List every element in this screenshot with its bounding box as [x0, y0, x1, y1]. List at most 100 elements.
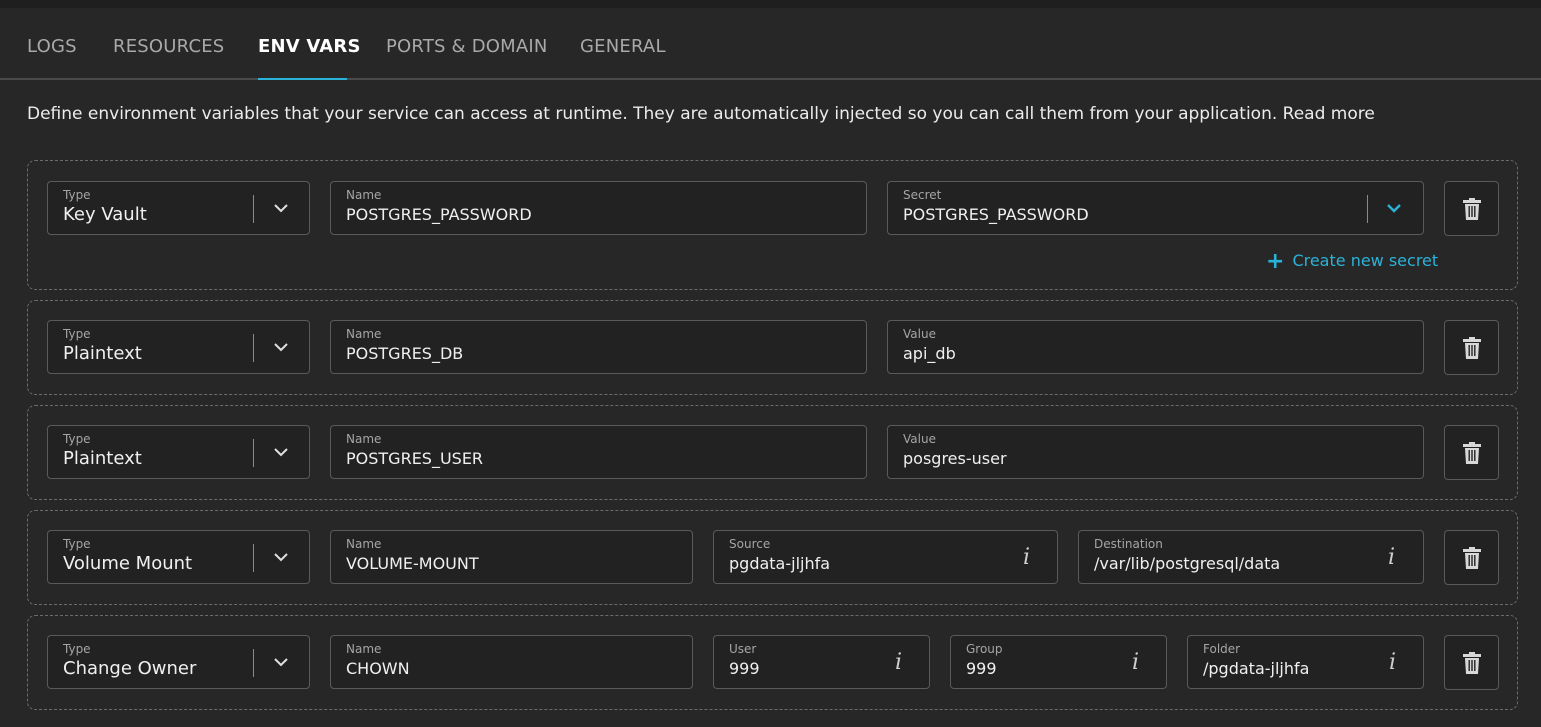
name-value: POSTGRES_USER: [346, 449, 484, 468]
trash-icon: [1463, 652, 1481, 674]
chevron-down-icon[interactable]: [272, 338, 290, 356]
secret-select[interactable]: Secret POSTGRES_PASSWORD: [887, 181, 1424, 235]
folder-label: Folder: [1203, 642, 1241, 656]
type-value: Change Owner: [63, 658, 197, 679]
secret-label: Secret: [903, 188, 942, 202]
divider: [1367, 195, 1368, 223]
type-select[interactable]: Type Plaintext: [47, 320, 310, 374]
tab-bar: LOGS RESOURCES ENV VARS PORTS & DOMAIN G…: [0, 8, 1541, 80]
type-value: Key Vault: [63, 204, 147, 225]
top-strip: [0, 0, 1541, 8]
type-select[interactable]: Type Plaintext: [47, 425, 310, 479]
group-label: Group: [966, 642, 1003, 656]
destination-label: Destination: [1094, 537, 1163, 551]
type-value: Plaintext: [63, 343, 142, 364]
value-label: Value: [903, 432, 936, 446]
type-label: Type: [63, 537, 91, 551]
env-var-row: Type Volume Mount Name VOLUME-MOUNT Sour…: [27, 510, 1518, 605]
name-field[interactable]: Name VOLUME-MOUNT: [330, 530, 693, 584]
delete-button[interactable]: [1444, 320, 1499, 375]
chevron-down-icon[interactable]: [272, 548, 290, 566]
chevron-down-icon[interactable]: [272, 199, 290, 217]
delete-button[interactable]: [1444, 530, 1499, 585]
chevron-down-icon[interactable]: [272, 653, 290, 671]
user-field[interactable]: User 999 i: [713, 635, 930, 689]
type-label: Type: [63, 642, 91, 656]
user-value: 999: [729, 659, 760, 678]
chevron-down-icon[interactable]: [1385, 199, 1403, 217]
type-select[interactable]: Type Volume Mount: [47, 530, 310, 584]
active-tab-indicator: [258, 78, 347, 80]
value-value: api_db: [903, 344, 956, 363]
value-field[interactable]: Value posgres-user: [887, 425, 1424, 479]
type-label: Type: [63, 432, 91, 446]
source-value: pgdata-jljhfa: [729, 554, 831, 573]
info-icon[interactable]: i: [1389, 650, 1396, 675]
read-more-link[interactable]: Read more: [1283, 104, 1375, 124]
group-field[interactable]: Group 999 i: [950, 635, 1167, 689]
source-field[interactable]: Source pgdata-jljhfa i: [713, 530, 1058, 584]
type-select[interactable]: Type Key Vault: [47, 181, 310, 235]
env-var-row: Type Change Owner Name CHOWN User 999 i …: [27, 615, 1518, 710]
tab-logs[interactable]: LOGS: [27, 36, 77, 57]
env-var-row: Type Plaintext Name POSTGRES_USER Value …: [27, 405, 1518, 500]
divider: [253, 544, 254, 572]
value-value: posgres-user: [903, 449, 1007, 468]
name-label: Name: [346, 327, 382, 341]
name-value: POSTGRES_DB: [346, 344, 464, 363]
name-value: VOLUME-MOUNT: [346, 554, 479, 573]
folder-value: /pgdata-jljhfa: [1203, 659, 1310, 678]
secret-value: POSTGRES_PASSWORD: [903, 205, 1089, 224]
type-label: Type: [63, 327, 91, 341]
env-var-row: Type Key Vault Name POSTGRES_PASSWORD Se…: [27, 160, 1518, 290]
group-value: 999: [966, 659, 997, 678]
name-value: POSTGRES_PASSWORD: [346, 205, 532, 224]
tab-resources[interactable]: RESOURCES: [113, 36, 224, 57]
name-value: CHOWN: [346, 659, 410, 678]
trash-icon: [1463, 337, 1481, 359]
delete-button[interactable]: [1444, 181, 1499, 236]
name-field[interactable]: Name POSTGRES_USER: [330, 425, 867, 479]
divider: [253, 649, 254, 677]
type-label: Type: [63, 188, 91, 202]
plus-icon: +: [1266, 249, 1285, 274]
destination-field[interactable]: Destination /var/lib/postgresql/data i: [1078, 530, 1424, 584]
create-new-secret-link[interactable]: + Create new secret: [1266, 247, 1439, 274]
name-field[interactable]: Name CHOWN: [330, 635, 693, 689]
info-icon[interactable]: i: [1388, 545, 1395, 570]
divider: [253, 334, 254, 362]
name-label: Name: [346, 537, 382, 551]
source-label: Source: [729, 537, 771, 551]
create-new-secret-label: Create new secret: [1292, 251, 1439, 270]
info-icon[interactable]: i: [1132, 650, 1139, 675]
trash-icon: [1463, 547, 1481, 569]
folder-field[interactable]: Folder /pgdata-jljhfa i: [1187, 635, 1424, 689]
type-value: Plaintext: [63, 448, 142, 469]
type-select[interactable]: Type Change Owner: [47, 635, 310, 689]
env-var-row: Type Plaintext Name POSTGRES_DB Value ap…: [27, 300, 1518, 395]
info-icon[interactable]: i: [1023, 545, 1030, 570]
divider: [253, 195, 254, 223]
trash-icon: [1463, 198, 1481, 220]
chevron-down-icon[interactable]: [272, 443, 290, 461]
name-label: Name: [346, 188, 382, 202]
delete-button[interactable]: [1444, 635, 1499, 690]
page-description: Define environment variables that your s…: [27, 104, 1375, 124]
type-value: Volume Mount: [63, 553, 193, 574]
user-label: User: [729, 642, 757, 656]
value-label: Value: [903, 327, 936, 341]
name-field[interactable]: Name POSTGRES_DB: [330, 320, 867, 374]
info-icon[interactable]: i: [895, 650, 902, 675]
name-label: Name: [346, 432, 382, 446]
tab-env-vars[interactable]: ENV VARS: [258, 36, 361, 57]
delete-button[interactable]: [1444, 425, 1499, 480]
divider: [253, 439, 254, 467]
value-field[interactable]: Value api_db: [887, 320, 1424, 374]
name-label: Name: [346, 642, 382, 656]
description-text: Define environment variables that your s…: [27, 104, 1278, 124]
tab-general[interactable]: GENERAL: [580, 36, 666, 57]
destination-value: /var/lib/postgresql/data: [1094, 554, 1281, 573]
name-field[interactable]: Name POSTGRES_PASSWORD: [330, 181, 867, 235]
tab-ports-domain[interactable]: PORTS & DOMAIN: [386, 36, 548, 57]
trash-icon: [1463, 442, 1481, 464]
